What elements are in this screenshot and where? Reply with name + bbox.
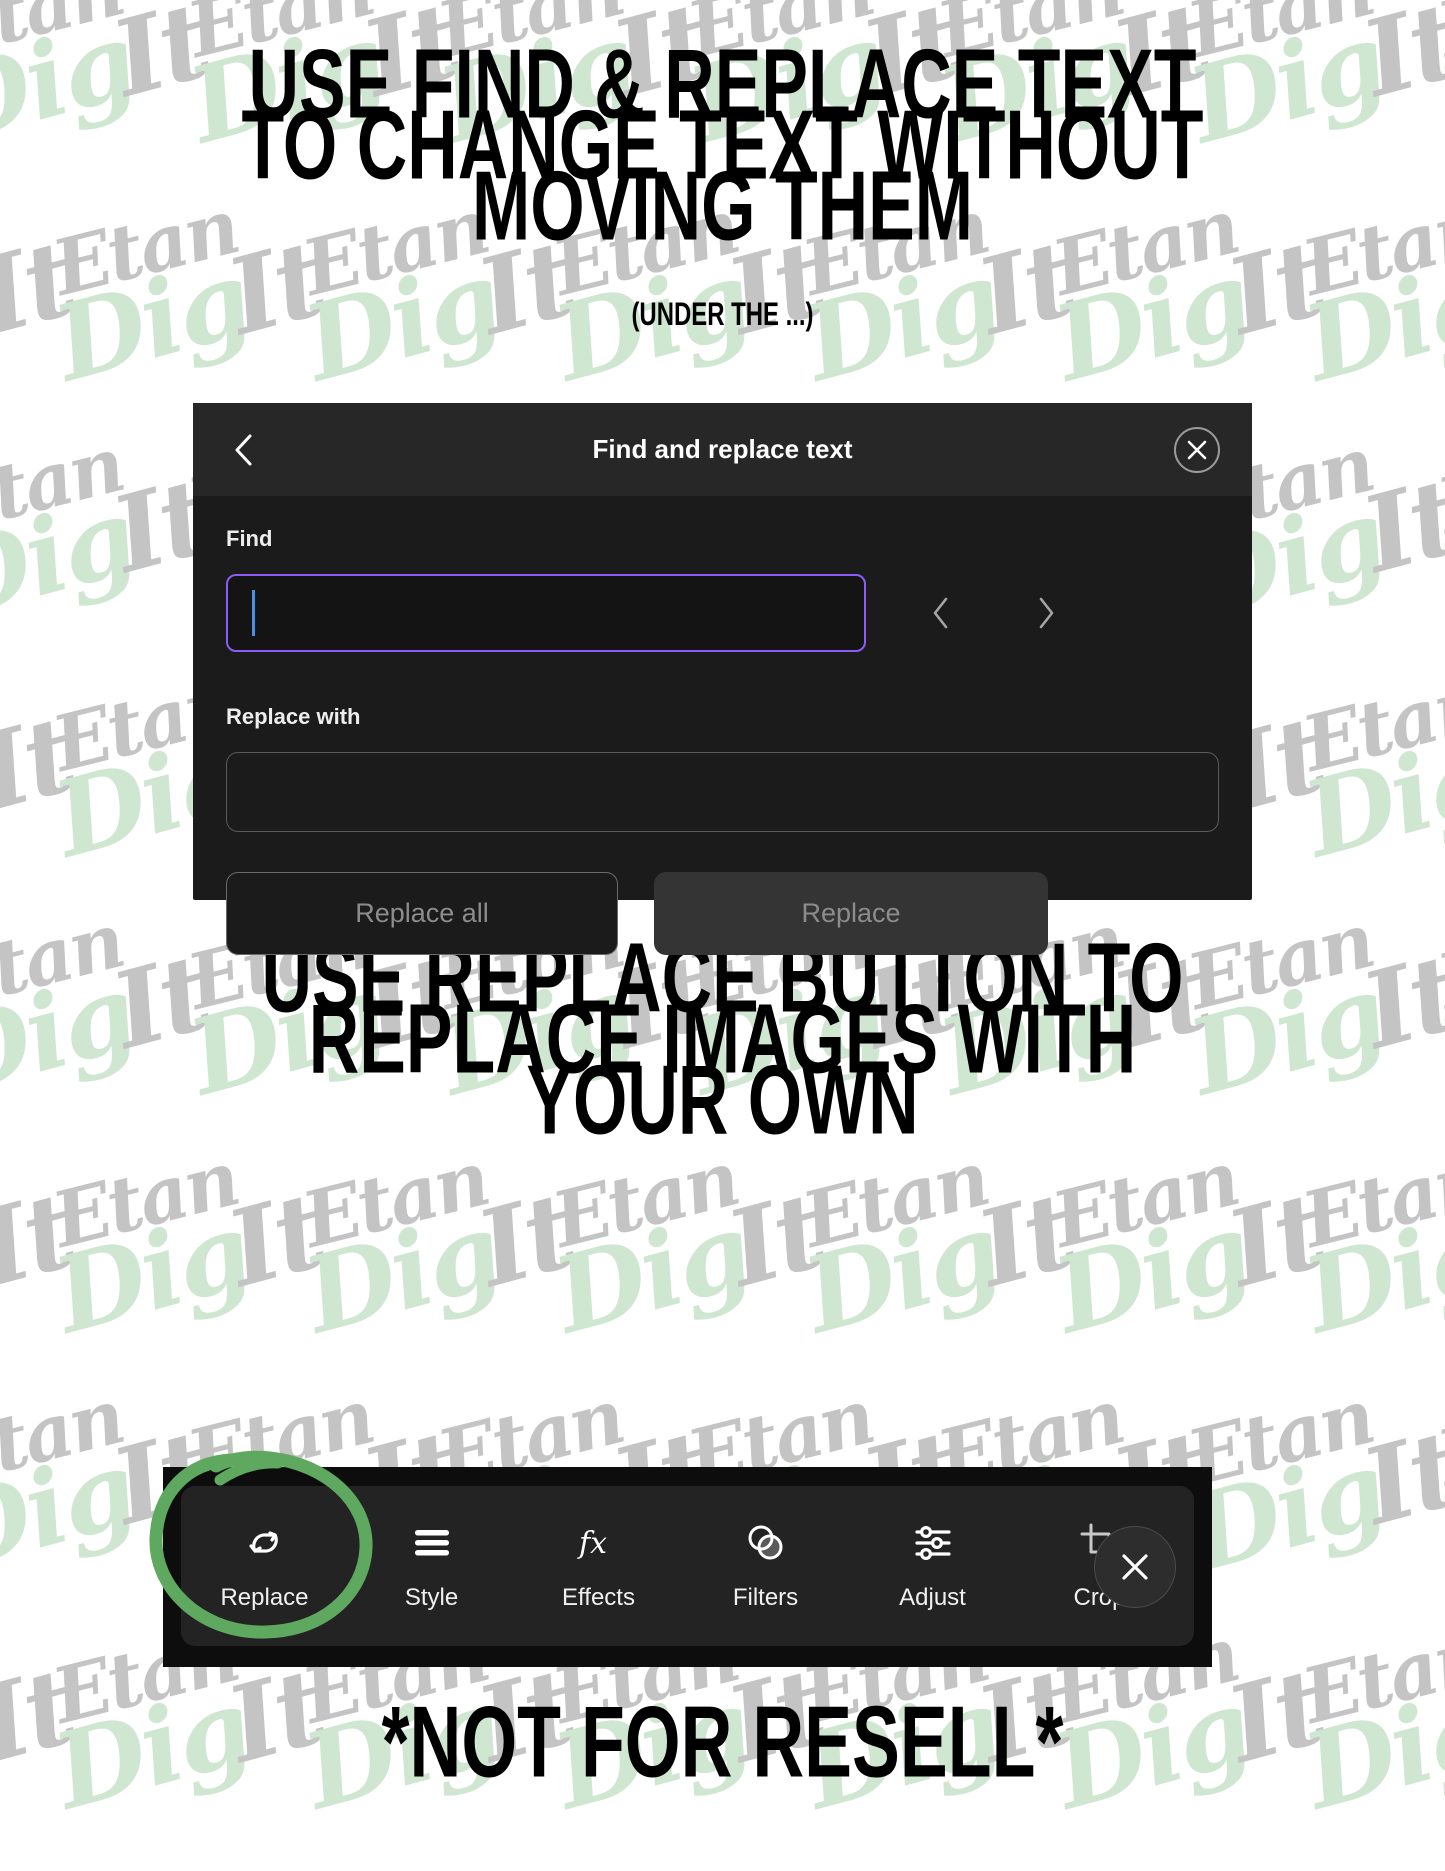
- replace-input[interactable]: [226, 752, 1219, 832]
- toolbar-label-adjust: Adjust: [899, 1584, 966, 1611]
- watermark-text-etan: Etan: [1429, 1848, 1445, 1871]
- replace-cycle-icon: [243, 1520, 287, 1566]
- watermark-tile: EtanDigIt: [1174, 1371, 1445, 1655]
- watermark-tile: EtanDigIt: [1289, 1133, 1445, 1417]
- watermark-text-etan: Etan: [0, 1371, 131, 1503]
- filters-circles-icon: [744, 1520, 788, 1566]
- watermark-text-etan: Etan: [429, 1848, 631, 1871]
- chevron-right-icon: [1039, 597, 1054, 629]
- watermark-text-digit: DigIt: [0, 1168, 85, 1358]
- watermark-text-digit: DigIt: [1292, 712, 1445, 882]
- watermark-tile: EtanDigIt: [1424, 1847, 1445, 1871]
- close-icon: [1122, 1554, 1148, 1580]
- toolbar-label-style: Style: [404, 1584, 459, 1611]
- watermark-tile: EtanDigIt: [789, 1133, 1085, 1417]
- close-icon: [1187, 440, 1207, 459]
- watermark-tile: EtanDigIt: [1289, 657, 1445, 941]
- dialog-body: Find Replace with Replace all Replace: [193, 496, 1252, 955]
- headline-top-line3: MOVING THEM: [471, 150, 974, 262]
- text-caret: [252, 590, 255, 636]
- find-prev-button[interactable]: [911, 583, 971, 643]
- watermark-tile: EtanDigIt: [1424, 419, 1445, 703]
- dialog-title: Find and replace text: [592, 434, 853, 464]
- headline-subtitle: (UNDER THE ...): [631, 295, 814, 333]
- watermark-tile: EtanDigIt: [1424, 1371, 1445, 1655]
- toolbar-item-replace[interactable]: Replace: [181, 1486, 348, 1646]
- toolbar-label-replace: Replace: [220, 1584, 309, 1611]
- watermark-tile: EtanDigIt: [539, 1133, 835, 1417]
- watermark-text-digit: DigIt: [0, 692, 85, 882]
- replace-button[interactable]: Replace: [654, 872, 1048, 955]
- svg-text:fx: fx: [577, 1526, 607, 1561]
- watermark-text-etan: Etan: [44, 1133, 246, 1265]
- headline-top: USE FIND & REPLACE TEXT TO CHANGE TEXT W…: [0, 35, 1445, 255]
- dialog-actions: Replace all Replace: [226, 872, 1219, 955]
- sliders-icon: [911, 1520, 955, 1566]
- watermark-tile: EtanDigIt: [674, 1847, 966, 1871]
- watermark-text-digit: DigIt: [792, 1168, 1085, 1358]
- find-next-button[interactable]: [1016, 583, 1076, 643]
- watermark-tile: EtanDigIt: [1174, 1847, 1445, 1871]
- dialog-close-button[interactable]: [1174, 426, 1220, 473]
- replace-all-button[interactable]: Replace all: [226, 872, 618, 955]
- fx-icon: fx: [576, 1520, 622, 1566]
- toolbar-close-button[interactable]: [1094, 1526, 1176, 1608]
- toolbar-item-effects[interactable]: fx Effects: [515, 1486, 682, 1646]
- replace-label: Replace with: [226, 704, 361, 729]
- watermark-text-etan: Etan: [1179, 1848, 1381, 1871]
- toolbar-label-effects: Effects: [562, 1584, 635, 1611]
- editor-toolbar: Replace Style fx Effects Filters Adjust …: [181, 1486, 1194, 1646]
- watermark-text-digit: DigIt: [1427, 1426, 1445, 1596]
- find-input[interactable]: [226, 574, 866, 652]
- watermark-tile: EtanDigIt: [0, 657, 85, 941]
- find-replace-dialog: Find and replace text Find Replace with …: [193, 403, 1252, 955]
- watermark-tile: EtanDigIt: [0, 1847, 216, 1871]
- watermark-text-digit: DigIt: [292, 1168, 585, 1358]
- watermark-text-etan: Etan: [1294, 657, 1445, 789]
- headline-mid-line3: YOUR OWN: [526, 1044, 919, 1156]
- find-label: Find: [226, 526, 273, 551]
- toolbar-label-filters: Filters: [732, 1584, 799, 1611]
- chevron-left-icon: [235, 434, 252, 465]
- dialog-header: Find and replace text: [193, 403, 1252, 496]
- watermark-text-etan: Etan: [1429, 419, 1445, 551]
- watermark-tile: EtanDigIt: [1039, 1133, 1335, 1417]
- editor-toolbar-container: Replace Style fx Effects Filters Adjust …: [163, 1467, 1212, 1667]
- watermark-text-digit: DigIt: [42, 1168, 335, 1358]
- watermark-tile: EtanDigIt: [424, 1847, 716, 1871]
- watermark-text-etan: Etan: [679, 1848, 881, 1871]
- watermark-text-digit: DigIt: [1292, 1188, 1445, 1358]
- toolbar-item-filters[interactable]: Filters: [682, 1486, 849, 1646]
- headline-middle: USE REPLACE BUTTON TO REPLACE IMAGES WIT…: [0, 929, 1445, 1149]
- find-row: [226, 574, 1219, 652]
- watermark-text-etan: Etan: [1294, 1133, 1445, 1265]
- watermark-tile: EtanDigIt: [39, 1133, 335, 1417]
- watermark-text-etan: Etan: [0, 1848, 131, 1871]
- watermark-text-digit: DigIt: [0, 454, 220, 644]
- watermark-tile: EtanDigIt: [289, 1133, 585, 1417]
- lines-icon: [410, 1520, 454, 1566]
- watermark-text-etan: Etan: [929, 1848, 1131, 1871]
- watermark-text-digit: DigIt: [1042, 1168, 1335, 1358]
- watermark-text-etan: Etan: [0, 419, 131, 551]
- watermark-text-digit: DigIt: [1427, 474, 1445, 644]
- watermark-text-digit: DigIt: [542, 1168, 835, 1358]
- watermark-text-etan: Etan: [179, 1848, 381, 1871]
- watermark-tile: EtanDigIt: [0, 419, 220, 703]
- headline-bottom: *NOT FOR RESELL*: [381, 1684, 1064, 1799]
- watermark-text-digit: DigIt: [1177, 1406, 1445, 1596]
- watermark-tile: EtanDigIt: [0, 1133, 85, 1417]
- toolbar-item-style[interactable]: Style: [348, 1486, 515, 1646]
- chevron-left-icon: [933, 597, 948, 629]
- watermark-tile: EtanDigIt: [924, 1847, 1216, 1871]
- back-button[interactable]: [223, 430, 263, 470]
- watermark-text-etan: Etan: [1429, 1371, 1445, 1503]
- watermark-text-etan: Etan: [294, 1133, 496, 1265]
- toolbar-item-adjust[interactable]: Adjust: [849, 1486, 1016, 1646]
- watermark-tile: EtanDigIt: [174, 1847, 466, 1871]
- watermark-text-etan: Etan: [1044, 1133, 1246, 1265]
